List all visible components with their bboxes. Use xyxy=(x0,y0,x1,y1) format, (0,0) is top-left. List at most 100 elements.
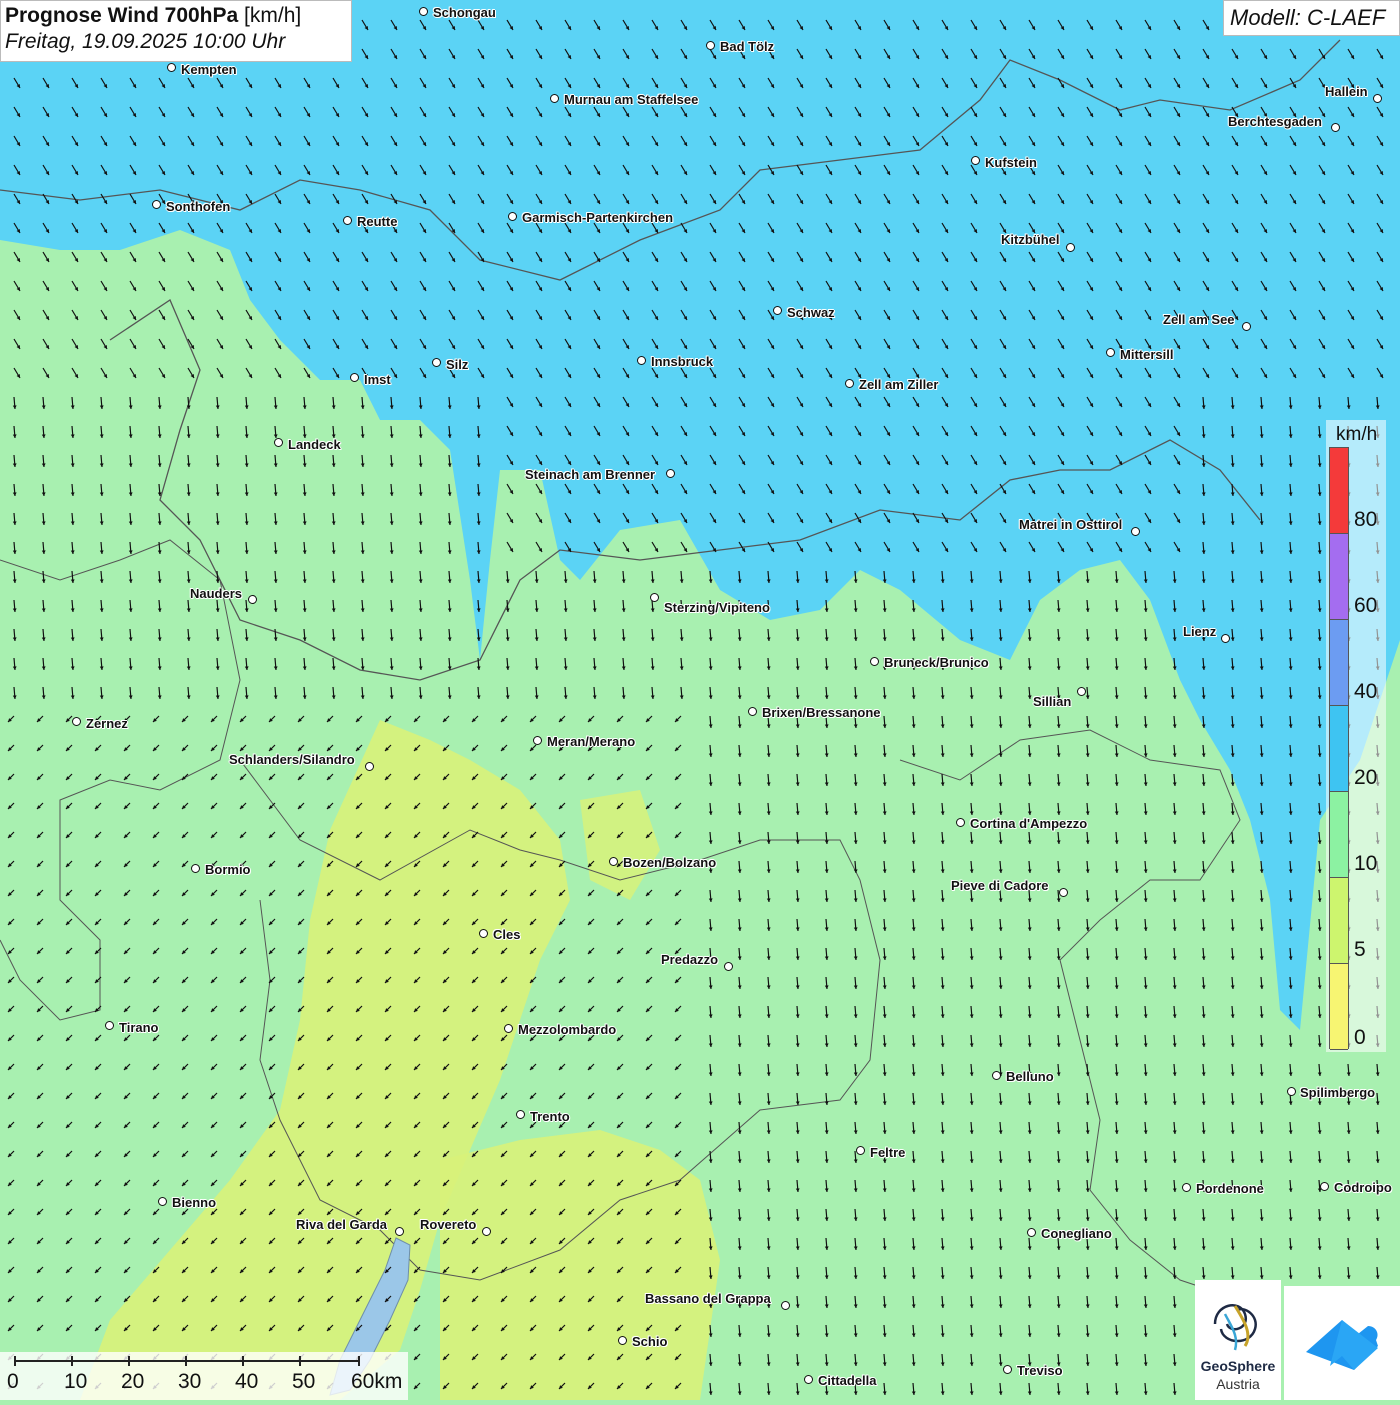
city-marker xyxy=(971,156,980,165)
scale-label: 10 xyxy=(64,1370,88,1393)
scale-tick xyxy=(358,1356,360,1366)
city-label: Cortina d'Ampezzo xyxy=(970,816,1088,831)
city-label: Bassano del Grappa xyxy=(645,1291,771,1306)
city-label: Sterzing/Vipiteno xyxy=(664,600,770,615)
city-label: Sonthofen xyxy=(166,199,231,214)
legend-color-segment xyxy=(1330,792,1348,878)
city-label: Conegliano xyxy=(1041,1226,1112,1241)
city-label: Trento xyxy=(530,1109,570,1124)
city-marker xyxy=(637,356,646,365)
city-marker xyxy=(516,1110,525,1119)
city-label: Innsbruck xyxy=(651,354,714,369)
city-marker xyxy=(1221,634,1230,643)
city-marker xyxy=(804,1375,813,1384)
legend-tick-label: 80 xyxy=(1354,508,1378,531)
city-marker xyxy=(781,1301,790,1310)
city-marker xyxy=(1027,1228,1036,1237)
legend-tick-label: 0 xyxy=(1354,1026,1366,1049)
city-marker xyxy=(724,962,733,971)
city-label: Brixen/Bressanone xyxy=(762,705,881,720)
city-marker xyxy=(1003,1365,1012,1374)
city-marker xyxy=(992,1071,1001,1080)
model-label: Modell: C-LAEF xyxy=(1223,0,1400,36)
city-label: Zell am Ziller xyxy=(859,377,939,392)
city-marker xyxy=(773,306,782,315)
city-label: Bruneck/Brunico xyxy=(884,655,989,670)
legend-color-segment xyxy=(1330,534,1348,620)
city-marker xyxy=(504,1024,513,1033)
legend-tick-label: 40 xyxy=(1354,680,1378,703)
logo-name-line1: GeoSphere xyxy=(1200,1358,1276,1374)
scale-line xyxy=(14,1360,360,1362)
wind-region-5-10-south xyxy=(440,1130,720,1400)
city-label: Riva del Garda xyxy=(296,1217,388,1232)
city-marker xyxy=(1331,123,1340,132)
color-legend: km/h 80 60 40 20 10 5 0 xyxy=(1326,420,1386,1052)
city-label: Zell am See xyxy=(1163,312,1235,327)
city-marker xyxy=(609,857,618,866)
city-marker xyxy=(748,707,757,716)
map-title-box: Prognose Wind 700hPa [km/h] Freitag, 19.… xyxy=(0,0,352,62)
city-label: Garmisch-Partenkirchen xyxy=(522,210,674,225)
city-label: Codroipo xyxy=(1334,1180,1392,1195)
scale-label: 60km xyxy=(351,1370,403,1393)
city-label: Mezzolombardo xyxy=(518,1022,617,1037)
city-marker xyxy=(550,94,559,103)
map-title: Prognose Wind 700hPa xyxy=(5,4,239,27)
city-marker xyxy=(1373,94,1382,103)
legend-color-bar xyxy=(1329,447,1349,1050)
city-marker xyxy=(248,595,257,604)
city-label: Schlanders/Silandro xyxy=(229,752,355,767)
app-cloud-arrow-icon xyxy=(1306,1320,1378,1370)
city-label: Mittersill xyxy=(1120,347,1174,362)
city-label: Matrei in Osttirol xyxy=(1019,517,1123,532)
city-marker xyxy=(350,373,359,382)
city-label: Predazzo xyxy=(661,952,719,967)
scale-label: 30 xyxy=(178,1370,202,1393)
city-label: Berchtesgaden xyxy=(1228,114,1322,129)
city-marker xyxy=(1242,322,1251,331)
city-label: Bormio xyxy=(205,862,251,877)
city-label: Zernez xyxy=(86,716,128,731)
city-marker xyxy=(706,41,715,50)
city-marker xyxy=(533,736,542,745)
city-marker xyxy=(508,212,517,221)
city-marker xyxy=(191,864,200,873)
city-marker xyxy=(1182,1183,1191,1192)
city-marker xyxy=(666,469,675,478)
city-marker xyxy=(365,762,374,771)
city-label: Kempten xyxy=(181,62,237,77)
city-marker xyxy=(167,63,176,72)
city-label: Cittadella xyxy=(818,1373,877,1388)
city-marker xyxy=(1131,527,1140,536)
city-label: Bozen/Bolzano xyxy=(623,855,717,870)
legend-color-segment xyxy=(1330,964,1348,1050)
scale-tick xyxy=(128,1356,130,1366)
city-label: Sillian xyxy=(1033,694,1072,709)
city-label: Lienz xyxy=(1183,624,1217,639)
scale-label: 20 xyxy=(121,1370,145,1393)
city-label: Steinach am Brenner xyxy=(525,467,656,482)
city-marker xyxy=(105,1021,114,1030)
city-marker xyxy=(1287,1087,1296,1096)
logo-name-line2: Austria xyxy=(1216,1376,1260,1392)
city-label: Hallein xyxy=(1325,84,1368,99)
city-label: Schwaz xyxy=(787,305,835,320)
city-marker xyxy=(845,379,854,388)
city-marker xyxy=(432,358,441,367)
city-marker xyxy=(1106,348,1115,357)
legend-color-segment xyxy=(1330,878,1348,964)
city-label: Bienno xyxy=(172,1195,217,1210)
city-marker xyxy=(158,1197,167,1206)
scale-tick xyxy=(14,1356,16,1366)
city-marker xyxy=(343,216,352,225)
scale-tick xyxy=(71,1356,73,1366)
city-label: Treviso xyxy=(1017,1363,1063,1378)
city-marker xyxy=(856,1146,865,1155)
legend-color-segment xyxy=(1330,620,1348,706)
map-subtitle: Freitag, 19.09.2025 10:00 Uhr xyxy=(5,30,286,53)
city-label: Meran/Merano xyxy=(547,734,636,749)
city-marker xyxy=(1077,687,1086,696)
app-logo xyxy=(1284,1286,1400,1400)
city-label: Kitzbühel xyxy=(1001,232,1060,247)
